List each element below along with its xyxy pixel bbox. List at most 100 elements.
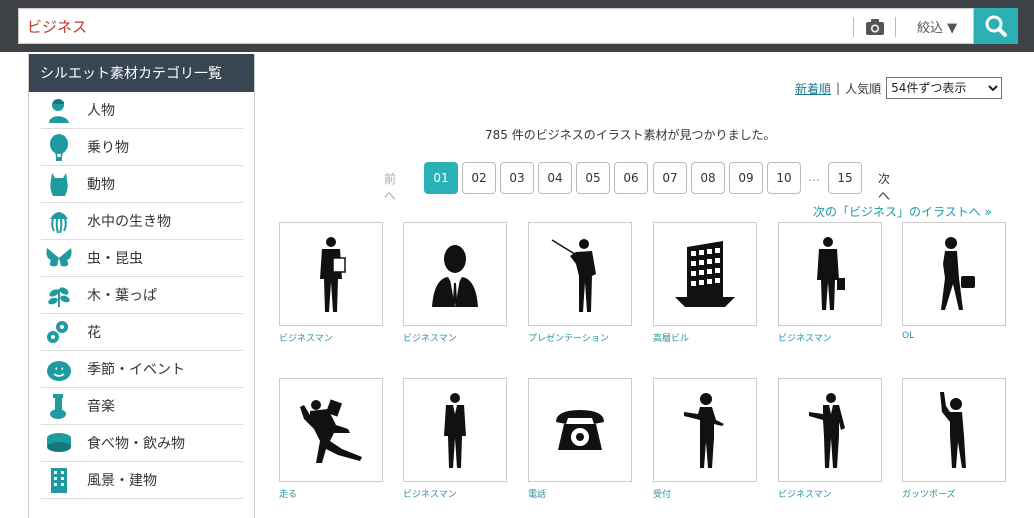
sidebar-item-scenery[interactable]: 風景・建物 <box>41 462 243 499</box>
tile-caption[interactable]: ビジネスマン <box>279 331 333 344</box>
sidebar-item-label: 水中の生き物 <box>87 214 171 230</box>
fist-pump-icon <box>940 392 966 468</box>
page-button-last[interactable]: 15 <box>828 162 862 194</box>
food-icon <box>45 429 73 457</box>
sidebar-item-label: 花 <box>87 325 101 341</box>
telephone-icon <box>556 410 604 450</box>
illustration-tile[interactable] <box>279 222 383 326</box>
result-count-text: 785 件のビジネスのイラスト素材が見つかりました。 <box>485 128 776 142</box>
illustration-tile[interactable] <box>902 378 1006 482</box>
search-button[interactable] <box>974 8 1018 44</box>
sidebar-item-music[interactable]: 音楽 <box>41 388 243 425</box>
businessman-bag-icon <box>817 237 845 310</box>
tile-caption[interactable]: OL <box>902 331 914 341</box>
divider <box>895 17 896 37</box>
butterfly-icon <box>45 244 73 272</box>
person-icon <box>45 96 73 124</box>
sidebar-item-label: 木・葉っぱ <box>87 288 157 304</box>
animal-icon <box>45 170 73 198</box>
illustration-tile[interactable] <box>653 222 757 326</box>
sidebar-item-label: 動物 <box>87 177 115 193</box>
search-box: 絞込 ▼ <box>18 8 974 44</box>
presentation-icon <box>551 239 596 312</box>
tile-caption[interactable]: ガッツポーズ <box>902 487 956 500</box>
sidebar-item-label: 乗り物 <box>87 140 129 156</box>
businessman-pointing-icon <box>809 393 845 468</box>
sidebar-item-label: 風景・建物 <box>87 473 157 489</box>
sidebar-title: シルエット素材カテゴリ一覧 <box>29 54 254 92</box>
tile-caption[interactable]: ビジネスマン <box>403 487 457 500</box>
building-icon <box>45 466 73 494</box>
illustration-tile[interactable] <box>778 378 882 482</box>
tile-caption[interactable]: 電話 <box>528 487 546 500</box>
illustration-tile[interactable] <box>902 222 1006 326</box>
page-button[interactable]: 04 <box>538 162 572 194</box>
sort-newest-link[interactable]: 新着順 <box>795 80 831 97</box>
office-lady-icon <box>941 237 975 310</box>
tile-caption[interactable]: 走る <box>279 487 297 500</box>
tile-caption[interactable]: ビジネスマン <box>403 331 457 344</box>
running-man-icon <box>300 399 362 463</box>
filter-dropdown[interactable]: 絞込 ▼ <box>917 17 957 36</box>
illustration-tile[interactable] <box>778 222 882 326</box>
category-sidebar: シルエット素材カテゴリ一覧 人物 乗り物 動物 水中の生き物 虫・昆虫 木・葉っ… <box>28 54 255 518</box>
page-button[interactable]: 06 <box>614 162 648 194</box>
sidebar-item-food[interactable]: 食べ物・飲み物 <box>41 425 243 462</box>
flower-icon <box>45 318 73 346</box>
businessman-standing-icon <box>444 393 466 468</box>
businessman-bust-icon <box>432 245 478 307</box>
search-input[interactable] <box>27 15 827 37</box>
page-button[interactable]: 02 <box>462 162 496 194</box>
sidebar-item-label: 虫・昆虫 <box>87 251 143 267</box>
sidebar-item-label: 人物 <box>87 103 115 119</box>
businessman-document-icon <box>320 237 346 312</box>
page-button[interactable]: 08 <box>691 162 725 194</box>
pagination-prev[interactable]: 前へ <box>384 170 396 204</box>
sidebar-item-animal[interactable]: 動物 <box>41 166 243 203</box>
page-button[interactable]: 07 <box>653 162 687 194</box>
tuba-icon <box>45 392 73 420</box>
sort-controls: 新着順 | 人気順 54件ずつ表示 <box>795 77 1003 99</box>
page-button[interactable]: 05 <box>576 162 610 194</box>
balloon-icon <box>45 133 73 161</box>
category-list: 人物 乗り物 動物 水中の生き物 虫・昆虫 木・葉っぱ 花 季節・イベント 音楽… <box>29 92 254 499</box>
tile-caption[interactable]: プレゼンテーション <box>528 331 609 344</box>
page-button[interactable]: 09 <box>729 162 763 194</box>
search-icon <box>985 15 1007 37</box>
sidebar-item-label: 音楽 <box>87 399 115 415</box>
tile-caption[interactable]: 高層ビル <box>653 331 689 344</box>
pumpkin-icon <box>45 355 73 383</box>
top-bar: 絞込 ▼ <box>0 0 1034 52</box>
per-page-select[interactable]: 54件ずつ表示 <box>886 77 1003 99</box>
sidebar-item-flower[interactable]: 花 <box>41 314 243 351</box>
page-button[interactable]: 10 <box>767 162 801 194</box>
pagination-ellipsis: … <box>808 170 820 184</box>
tile-caption[interactable]: 受付 <box>653 487 671 500</box>
office-building-icon <box>675 241 735 307</box>
sidebar-item-season[interactable]: 季節・イベント <box>41 351 243 388</box>
camera-icon[interactable] <box>864 17 886 37</box>
illustration-tile[interactable] <box>403 222 507 326</box>
tile-caption[interactable]: ビジネスマン <box>778 331 832 344</box>
sidebar-item-label: 季節・イベント <box>87 362 185 378</box>
pagination-next[interactable]: 次へ <box>878 170 890 204</box>
illustration-tile[interactable] <box>279 378 383 482</box>
sidebar-item-sea-life[interactable]: 水中の生き物 <box>41 203 243 240</box>
sidebar-item-label: 食べ物・飲み物 <box>87 436 185 452</box>
sidebar-item-insect[interactable]: 虫・昆虫 <box>41 240 243 277</box>
sidebar-item-vehicle[interactable]: 乗り物 <box>41 129 243 166</box>
divider <box>853 17 854 37</box>
jellyfish-icon <box>45 207 73 235</box>
sidebar-item-person[interactable]: 人物 <box>41 92 243 129</box>
illustration-tile[interactable] <box>528 222 632 326</box>
page-button[interactable]: 03 <box>500 162 534 194</box>
next-category-link[interactable]: 次の「ビジネス」のイラストへ » <box>813 203 992 220</box>
sidebar-item-plant[interactable]: 木・葉っぱ <box>41 277 243 314</box>
page-button-active[interactable]: 01 <box>424 162 458 194</box>
illustration-tile[interactable] <box>403 378 507 482</box>
leaf-icon <box>45 281 73 309</box>
illustration-tile[interactable] <box>653 378 757 482</box>
tile-caption[interactable]: ビジネスマン <box>778 487 832 500</box>
sort-popular-link[interactable]: 人気順 <box>845 80 881 97</box>
illustration-tile[interactable] <box>528 378 632 482</box>
